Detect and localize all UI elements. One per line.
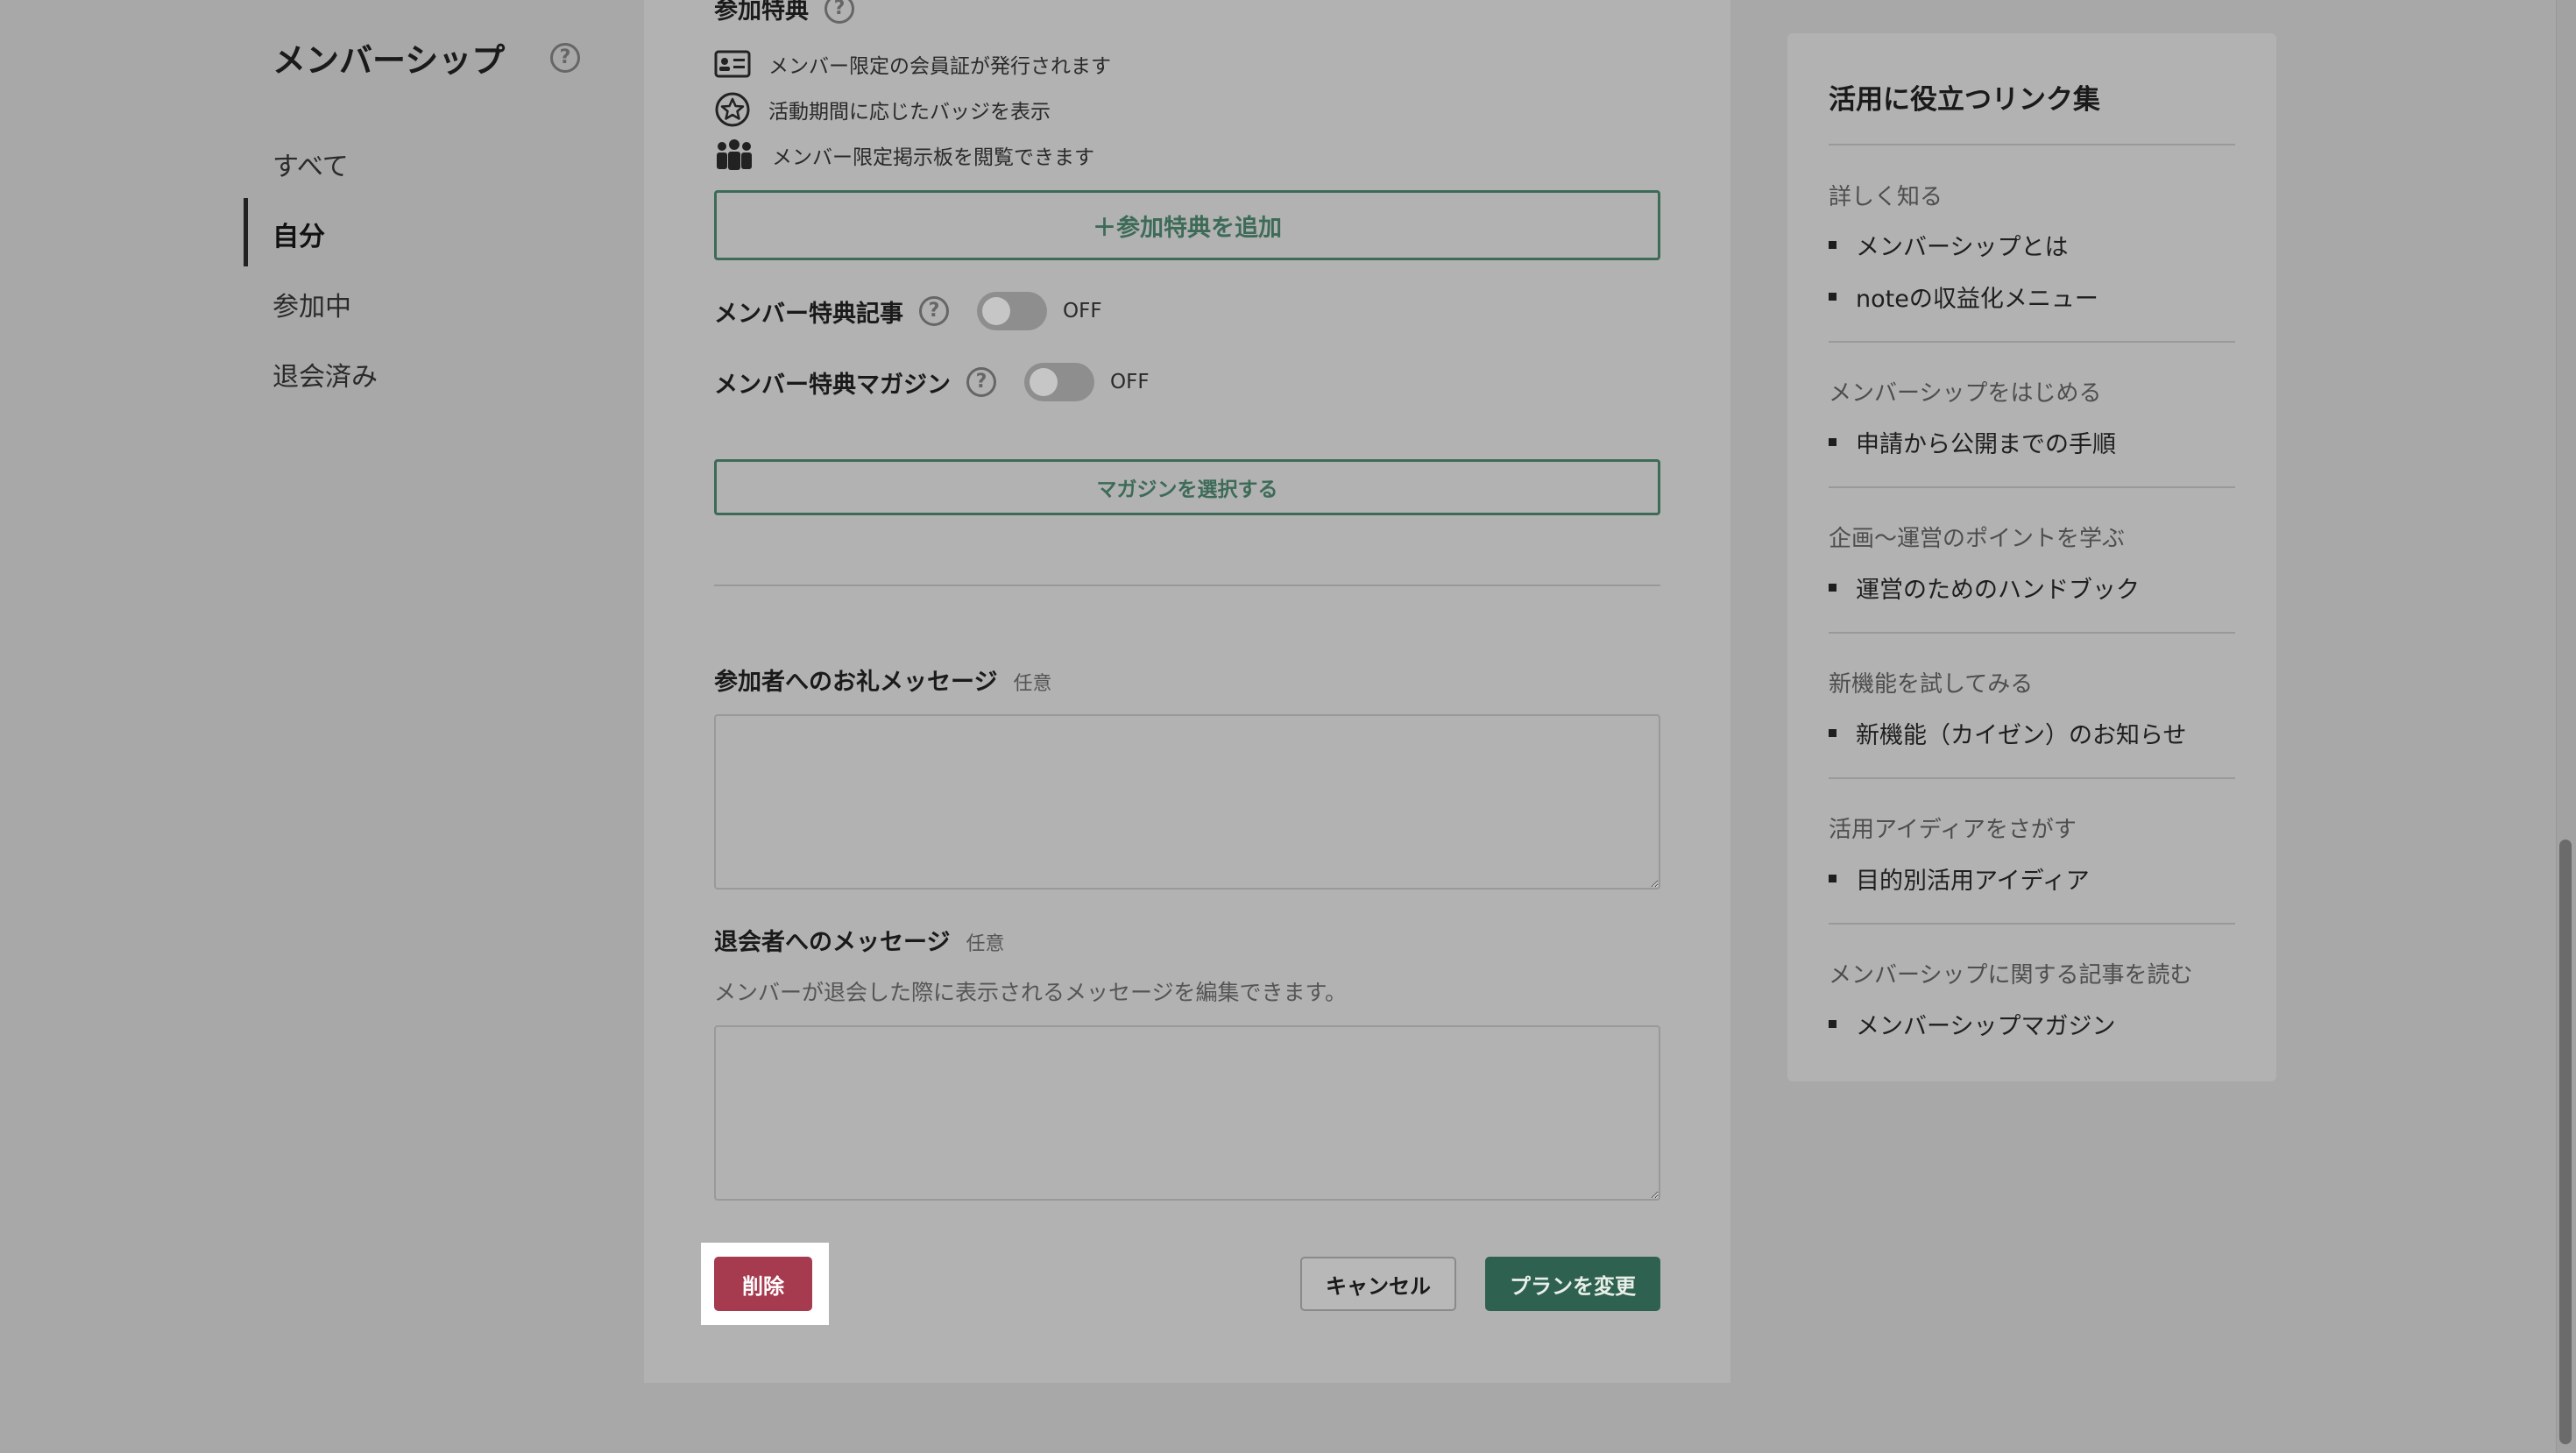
nav-item-joined[interactable]: 参加中: [272, 285, 351, 323]
perk-text: メンバー限定の会員証が発行されます: [768, 55, 1111, 78]
member-magazine-row: メンバー特典マガジン ? OFF: [714, 363, 1150, 401]
thanks-message-title: 参加者へのお礼メッセージ: [714, 669, 998, 696]
links-category: 活用アイディアをさがす: [1829, 817, 2077, 843]
divider: [1829, 486, 2235, 488]
help-icon[interactable]: ?: [966, 367, 996, 397]
divider: [1829, 341, 2235, 343]
links-category: メンバーシップをはじめる: [1829, 380, 2102, 407]
perk-item: 活動期間に応じたバッジを表示: [714, 90, 1051, 129]
links-category: メンバーシップに関する記事を読む: [1829, 962, 2193, 989]
member-articles-toggle[interactable]: [977, 292, 1047, 330]
divider: [1829, 632, 2235, 634]
optional-tag: 任意: [1013, 673, 1052, 695]
member-articles-row: メンバー特典記事 ? OFF: [714, 292, 1102, 330]
select-magazine-button[interactable]: マガジンを選択する: [714, 459, 1660, 515]
star-badge-icon: [714, 91, 751, 128]
change-plan-button[interactable]: プランを変更: [1485, 1257, 1660, 1311]
perks-heading: 参加特典 ?: [714, 0, 854, 25]
help-icon[interactable]: ?: [919, 296, 949, 326]
help-icon[interactable]: ?: [550, 43, 580, 73]
link-about-membership[interactable]: メンバーシップとは: [1829, 228, 2068, 262]
divider: [1829, 777, 2235, 779]
link-new-features[interactable]: 新機能（カイゼン）のお知らせ: [1829, 716, 2186, 750]
nav-item-all[interactable]: すべて: [272, 145, 349, 183]
perk-text: メンバー限定掲示板を閲覧できます: [772, 146, 1094, 169]
perks-heading-label: 参加特典: [714, 0, 809, 25]
section-divider: [714, 585, 1660, 586]
scrollbar-thumb[interactable]: [2559, 840, 2572, 1444]
member-magazine-state: OFF: [1110, 371, 1150, 393]
leave-message-title: 退会者へのメッセージ: [714, 929, 951, 956]
nav-item-mine[interactable]: 自分: [272, 215, 325, 253]
perk-text: 活動期間に応じたバッジを表示: [768, 101, 1051, 124]
links-category: 新機能を試してみる: [1829, 671, 2034, 698]
link-handbook[interactable]: 運営のためのハンドブック: [1829, 571, 2140, 605]
links-category: 企画〜運営のポイントを学ぶ: [1829, 526, 2126, 552]
page-title: メンバーシップ: [272, 41, 506, 80]
member-articles-state: OFF: [1063, 300, 1102, 322]
nav-item-left[interactable]: 退会済み: [272, 355, 378, 393]
leave-message-description: メンバーが退会した際に表示されるメッセージを編集できます。: [714, 980, 1348, 1005]
link-apply-steps[interactable]: 申請から公開までの手順: [1829, 425, 2116, 459]
thanks-message-label: 参加者へのお礼メッセージ 任意: [714, 663, 1051, 697]
optional-tag: 任意: [966, 933, 1005, 955]
member-magazine-toggle[interactable]: [1024, 363, 1094, 401]
help-icon[interactable]: ?: [824, 0, 854, 24]
member-articles-label: メンバー特典記事: [714, 300, 903, 328]
links-category: 詳しく知る: [1829, 184, 1943, 210]
id-card-icon: [714, 50, 751, 78]
links-title: 活用に役立つリンク集: [1829, 84, 2100, 116]
leave-message-label: 退会者へのメッセージ 任意: [714, 923, 1004, 957]
link-usage-ideas[interactable]: 目的別活用アイディア: [1829, 861, 2090, 896]
cancel-button[interactable]: キャンセル: [1300, 1257, 1456, 1311]
leave-message-textarea[interactable]: [714, 1025, 1660, 1201]
delete-button[interactable]: 削除: [714, 1257, 812, 1311]
perk-item: メンバー限定掲示板を閲覧できます: [714, 136, 1094, 174]
divider: [1829, 923, 2235, 925]
add-perk-button[interactable]: ＋参加特典を追加: [714, 190, 1660, 260]
link-monetize-menu[interactable]: noteの収益化メニュー: [1829, 280, 2098, 314]
perk-item: メンバー限定の会員証が発行されます: [714, 45, 1111, 83]
divider: [1829, 144, 2235, 145]
thanks-message-textarea[interactable]: [714, 714, 1660, 890]
active-indicator: [244, 198, 248, 266]
link-membership-magazine[interactable]: メンバーシップマガジン: [1829, 1007, 2115, 1041]
member-magazine-label: メンバー特典マガジン: [714, 371, 951, 399]
group-icon: [714, 139, 754, 171]
